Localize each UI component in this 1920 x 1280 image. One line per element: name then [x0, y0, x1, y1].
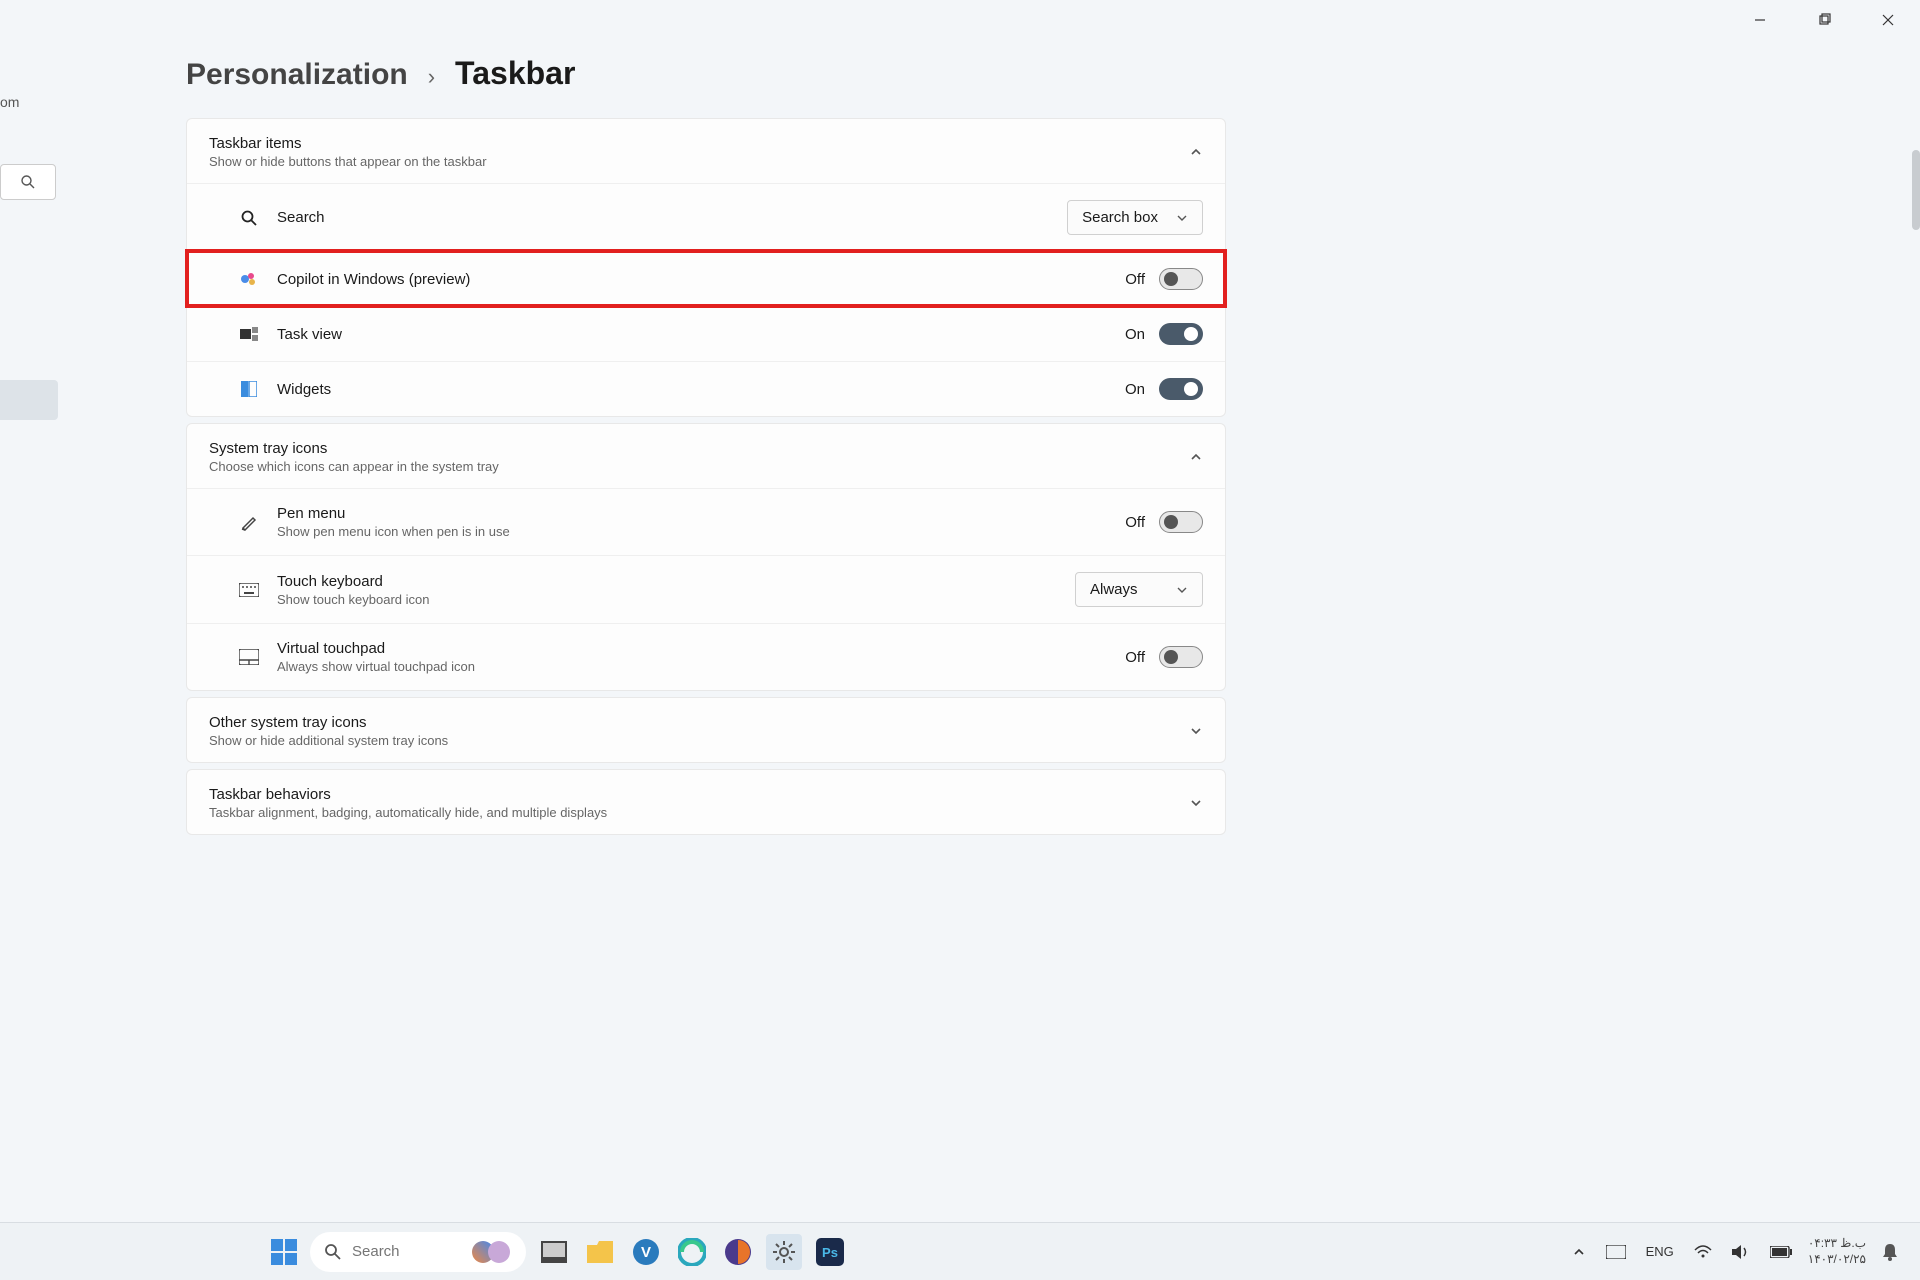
- row-taskview: Task view On: [187, 306, 1225, 361]
- taskbar-app-files[interactable]: [582, 1234, 618, 1270]
- taskbar: V Ps ENG ۰۴:۳۳ ب.ظ ۱۴۰۳/۰۲/۲۵: [0, 1222, 1920, 1280]
- virtual-touchpad-toggle[interactable]: [1159, 646, 1203, 668]
- row-pen-menu: Pen menu Show pen menu icon when pen is …: [187, 488, 1225, 555]
- close-button[interactable]: [1856, 0, 1920, 40]
- pen-menu-toggle[interactable]: [1159, 511, 1203, 533]
- tray-notifications-icon[interactable]: [1878, 1239, 1902, 1265]
- row-widgets: Widgets On: [187, 361, 1225, 416]
- taskbar-app-photoshop[interactable]: Ps: [812, 1234, 848, 1270]
- row-search: Search Search box: [187, 183, 1225, 251]
- row-label: Search: [277, 209, 1067, 226]
- taskview-toggle[interactable]: [1159, 323, 1203, 345]
- row-label: Task view: [277, 326, 1125, 343]
- toggle-state: Off: [1125, 271, 1145, 288]
- keyboard-icon: [239, 580, 259, 600]
- widgets-toggle[interactable]: [1159, 378, 1203, 400]
- breadcrumb-parent[interactable]: Personalization: [186, 58, 408, 92]
- toggle-state: On: [1125, 381, 1145, 398]
- section-title: Taskbar items: [209, 135, 487, 152]
- start-button[interactable]: [268, 1236, 300, 1268]
- widgets-icon: [239, 379, 259, 399]
- taskbar-app-settings[interactable]: [766, 1234, 802, 1270]
- chevron-down-icon: [1189, 724, 1203, 738]
- taskbar-app-explorer[interactable]: [536, 1234, 572, 1270]
- chevron-down-icon: [1176, 584, 1188, 596]
- search-icon: [20, 174, 36, 190]
- tray-language[interactable]: ENG: [1642, 1240, 1678, 1263]
- taskbar-search-input[interactable]: [352, 1243, 462, 1260]
- row-label: Pen menu: [277, 505, 1125, 522]
- scrollbar[interactable]: [1912, 150, 1920, 230]
- sidebar-active-item[interactable]: [0, 380, 58, 420]
- tray-clock[interactable]: ۰۴:۳۳ ب.ظ ۱۴۰۳/۰۲/۲۵: [1808, 1236, 1866, 1267]
- sidebar-fragment-label: om: [0, 90, 60, 114]
- row-virtual-touchpad: Virtual touchpad Always show virtual tou…: [187, 623, 1225, 690]
- tray-volume-icon[interactable]: [1728, 1240, 1754, 1264]
- section-subtitle: Choose which icons can appear in the sys…: [209, 459, 499, 474]
- taskview-icon: [239, 324, 259, 344]
- section-taskbar-items-header[interactable]: Taskbar items Show or hide buttons that …: [187, 119, 1225, 183]
- row-label: Touch keyboard: [277, 573, 1075, 590]
- section-subtitle: Taskbar alignment, badging, automaticall…: [209, 805, 607, 820]
- chevron-down-icon: [1176, 212, 1188, 224]
- copilot-icon: [239, 269, 259, 289]
- section-behaviors-header[interactable]: Taskbar behaviors Taskbar alignment, bad…: [187, 770, 1225, 834]
- toggle-state: Off: [1125, 514, 1145, 531]
- taskbar-app-edge[interactable]: [674, 1234, 710, 1270]
- chevron-right-icon: ›: [428, 64, 435, 90]
- search-widget-icons: [472, 1241, 510, 1263]
- maximize-button[interactable]: [1792, 0, 1856, 40]
- section-other-tray-header[interactable]: Other system tray icons Show or hide add…: [187, 698, 1225, 762]
- chevron-up-icon: [1189, 450, 1203, 464]
- sidebar-search[interactable]: [0, 164, 56, 200]
- row-copilot: Copilot in Windows (preview) Off: [187, 251, 1225, 306]
- touch-keyboard-dropdown[interactable]: Always: [1075, 572, 1203, 607]
- tray-battery-icon[interactable]: [1766, 1242, 1796, 1262]
- section-subtitle: Show or hide additional system tray icon…: [209, 733, 448, 748]
- svg-text:V: V: [641, 1244, 651, 1261]
- toggle-state: On: [1125, 326, 1145, 343]
- section-system-tray-header[interactable]: System tray icons Choose which icons can…: [187, 424, 1225, 488]
- row-touch-keyboard: Touch keyboard Show touch keyboard icon …: [187, 555, 1225, 623]
- section-title: Taskbar behaviors: [209, 786, 607, 803]
- tray-overflow[interactable]: [1568, 1241, 1590, 1263]
- tray-wifi-icon[interactable]: [1690, 1241, 1716, 1263]
- row-label: Copilot in Windows (preview): [277, 271, 1125, 288]
- taskbar-app-generic-blue[interactable]: V: [628, 1234, 664, 1270]
- row-label: Widgets: [277, 381, 1125, 398]
- row-sublabel: Show pen menu icon when pen is in use: [277, 524, 1125, 539]
- taskbar-app-firefox[interactable]: [720, 1234, 756, 1270]
- chevron-up-icon: [1189, 145, 1203, 159]
- touchpad-icon: [239, 647, 259, 667]
- toggle-state: Off: [1125, 649, 1145, 666]
- section-title: System tray icons: [209, 440, 499, 457]
- search-dropdown[interactable]: Search box: [1067, 200, 1203, 235]
- row-label: Virtual touchpad: [277, 640, 1125, 657]
- row-sublabel: Always show virtual touchpad icon: [277, 659, 1125, 674]
- pen-icon: [239, 512, 259, 532]
- svg-text:Ps: Ps: [822, 1245, 838, 1260]
- copilot-toggle[interactable]: [1159, 268, 1203, 290]
- chevron-down-icon: [1189, 796, 1203, 810]
- section-title: Other system tray icons: [209, 714, 448, 731]
- minimize-button[interactable]: [1728, 0, 1792, 40]
- breadcrumb: Personalization › Taskbar: [186, 55, 1226, 92]
- tray-keyboard-icon[interactable]: [1602, 1241, 1630, 1263]
- tray-time: ۰۴:۳۳ ب.ظ: [1808, 1236, 1866, 1252]
- breadcrumb-current: Taskbar: [455, 55, 575, 92]
- search-icon: [324, 1243, 342, 1261]
- section-subtitle: Show or hide buttons that appear on the …: [209, 154, 487, 169]
- tray-date: ۱۴۰۳/۰۲/۲۵: [1808, 1252, 1866, 1268]
- search-icon: [239, 208, 259, 228]
- row-sublabel: Show touch keyboard icon: [277, 592, 1075, 607]
- taskbar-search[interactable]: [310, 1232, 526, 1272]
